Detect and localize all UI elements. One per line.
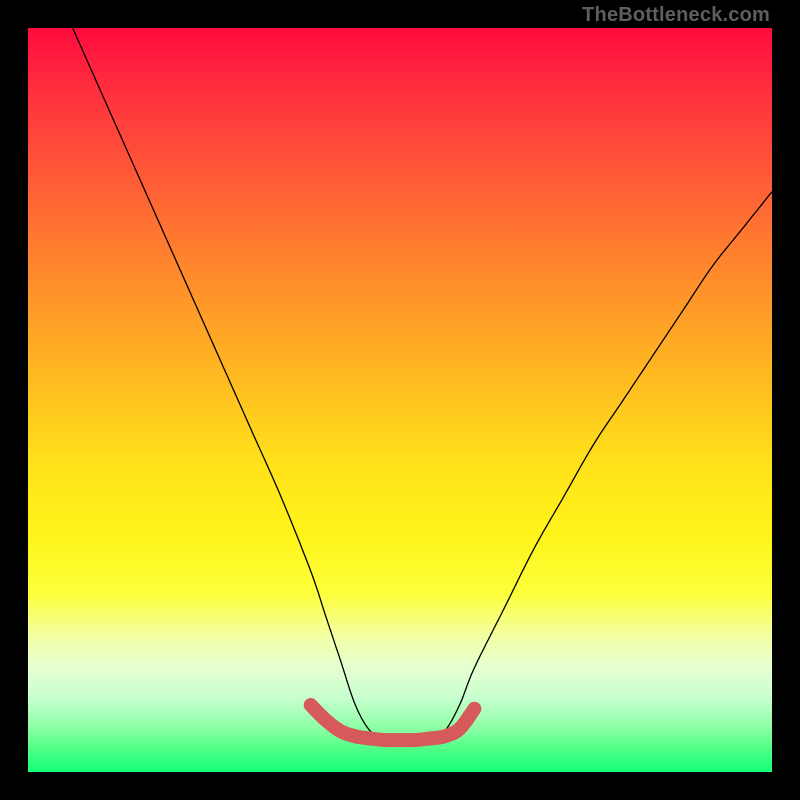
plot-area bbox=[28, 28, 772, 772]
chart-frame: TheBottleneck.com bbox=[0, 0, 800, 800]
watermark-text: TheBottleneck.com bbox=[582, 4, 770, 27]
curve-line bbox=[73, 28, 772, 740]
plot-svg bbox=[28, 28, 772, 772]
